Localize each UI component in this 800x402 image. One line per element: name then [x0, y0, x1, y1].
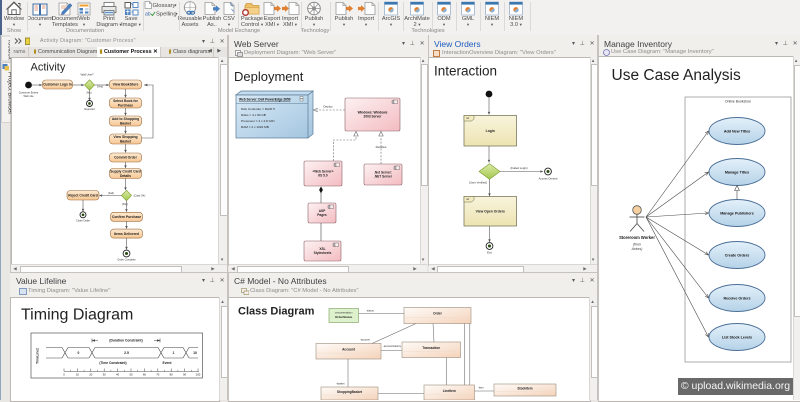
svg-text:-accountHistory: -accountHistory	[383, 344, 402, 348]
svg-text:Event: Event	[163, 361, 173, 365]
svg-text:View BookStore: View BookStore	[113, 83, 139, 87]
svg-text:40: 40	[116, 373, 120, 377]
svg-text:Purchase: Purchase	[118, 103, 133, 107]
svg-text:Rejected: Rejected	[84, 107, 95, 111]
svg-text:.NET Server: .NET Server	[374, 175, 393, 179]
svg-text:Close Order: Close Order	[76, 219, 90, 223]
svg-text:0: 0	[78, 351, 80, 355]
svg-text:60: 60	[143, 373, 147, 377]
svg-text:-status: -status	[366, 309, 374, 313]
svg-text:Access Denied: Access Denied	[539, 177, 558, 181]
svg-text:[User Verified]: [User Verified]	[469, 181, 487, 185]
svg-text:Disk Controller = RAID 5: Disk Controller = RAID 5	[241, 107, 275, 111]
svg-text:Customer Logs In: Customer Logs In	[43, 83, 72, 87]
svg-text:Class Diagram: Class Diagram	[238, 306, 315, 318]
svg-text:Storeroom Worker: Storeroom Worker	[619, 235, 655, 240]
svg-text:Use Case Analysis: Use Case Analysis	[612, 67, 741, 84]
svg-text:Receive Orders: Receive Orders	[723, 296, 750, 300]
svg-text:(from: (from	[633, 243, 641, 247]
svg-text:Reject Credit Card: Reject Credit Card	[68, 193, 98, 197]
svg-text:Timing Diagram: Timing Diagram	[21, 307, 133, 324]
svg-text:80: 80	[170, 373, 174, 377]
svg-text:Details: Details	[120, 174, 131, 178]
svg-text:IIS 5.0: IIS 5.0	[318, 174, 327, 178]
svg-text:Valid User?: Valid User?	[80, 73, 94, 77]
svg-text:Transaction: Transaction	[422, 346, 440, 350]
svg-text:2.5: 2.5	[124, 351, 129, 355]
svg-text:Order Complete: Order Complete	[117, 258, 136, 262]
svg-text:▾: ▾	[175, 2, 177, 7]
svg-text:Manage Publishers: Manage Publishers	[720, 211, 754, 215]
svg-text:30: 30	[103, 373, 107, 377]
svg-text:Resides: Resides	[376, 145, 387, 149]
svg-text:ref: ref	[466, 197, 469, 201]
svg-text:«enumeration»: «enumeration»	[335, 311, 353, 315]
svg-text:1: 1	[173, 351, 175, 355]
svg-text:Confirm Purchase: Confirm Purchase	[112, 215, 141, 219]
svg-text:Glossary: Glossary	[153, 3, 176, 9]
svg-text:Pages: Pages	[317, 213, 327, 217]
svg-text:Items Delivered: Items Delivered	[114, 232, 139, 236]
svg-text:70: 70	[156, 373, 160, 377]
svg-text:(Card OK): (Card OK)	[134, 194, 146, 198]
svg-text:-item: -item	[478, 386, 484, 390]
svg-text:Exit: Exit	[487, 251, 492, 255]
svg-text:ShoppingBasket: ShoppingBasket	[337, 390, 363, 394]
svg-text:List Stock Levels: List Stock Levels	[722, 335, 752, 339]
svg-text:Account: Account	[342, 347, 356, 351]
svg-text:Activity: Activity	[31, 62, 66, 74]
svg-text:ref: ref	[466, 116, 469, 120]
svg-text:Commit Order: Commit Order	[114, 156, 137, 160]
svg-text:StockItem: StockItem	[517, 387, 532, 391]
svg-text:Web Server: Dell PowerEdge 265: Web Server: Dell PowerEdge 2650	[239, 98, 291, 102]
svg-text:TimeLine2: TimeLine2	[36, 348, 40, 364]
svg-text:Processor = 2 x 2.8 GHz: Processor = 2 x 2.8 GHz	[241, 119, 275, 123]
svg-text:Deployment: Deployment	[234, 69, 304, 84]
svg-text:-account: -account	[360, 338, 370, 342]
svg-text:Online Bookstore: Online Bookstore	[725, 100, 751, 104]
svg-text:50: 50	[129, 373, 133, 377]
svg-text:100: 100	[196, 373, 201, 377]
svg-text:OrderStatus: OrderStatus	[335, 315, 353, 319]
svg-text:Add New Titles: Add New Titles	[724, 129, 750, 133]
svg-text:Stylesheets: Stylesheets	[314, 251, 332, 255]
svg-text:Interaction: Interaction	[434, 64, 497, 79]
svg-text:Order: Order	[433, 312, 442, 316]
svg-text:(Fail): (Fail)	[108, 191, 114, 195]
svg-text:(Time Constraint): (Time Constraint)	[99, 361, 126, 365]
svg-text:{Duration Constraint}: {Duration Constraint}	[109, 339, 143, 343]
svg-text:(No): (No)	[86, 91, 91, 95]
svg-text:LineItem: LineItem	[443, 389, 456, 393]
svg-text:View Open Orders: View Open Orders	[476, 209, 505, 213]
svg-text:Deploy: Deploy	[323, 105, 333, 109]
svg-text:Create Orders: Create Orders	[725, 253, 750, 257]
svg-text:Actors): Actors)	[631, 247, 643, 251]
svg-text:90: 90	[183, 373, 187, 377]
svg-text:Basket: Basket	[120, 139, 132, 143]
svg-text:Web site: Web site	[23, 94, 34, 98]
svg-text:Manage Titles: Manage Titles	[725, 170, 749, 174]
svg-text:-basket: -basket	[336, 382, 345, 386]
svg-text:2003 Server: 2003 Server	[364, 115, 383, 119]
svg-text:Login: Login	[486, 129, 495, 133]
svg-text:Disks = 4 x 80 GB: Disks = 4 x 80 GB	[241, 113, 266, 117]
svg-text:RAM = 2 x 1024 MB: RAM = 2 x 1024 MB	[241, 125, 269, 129]
svg-text:10: 10	[76, 373, 80, 377]
svg-text:10: 10	[193, 351, 197, 355]
svg-text:20: 20	[89, 373, 93, 377]
svg-text:(Pay): (Pay)	[122, 202, 128, 206]
svg-text:Basket: Basket	[120, 121, 132, 125]
svg-text:(Failed Login): (Failed Login)	[510, 166, 527, 170]
